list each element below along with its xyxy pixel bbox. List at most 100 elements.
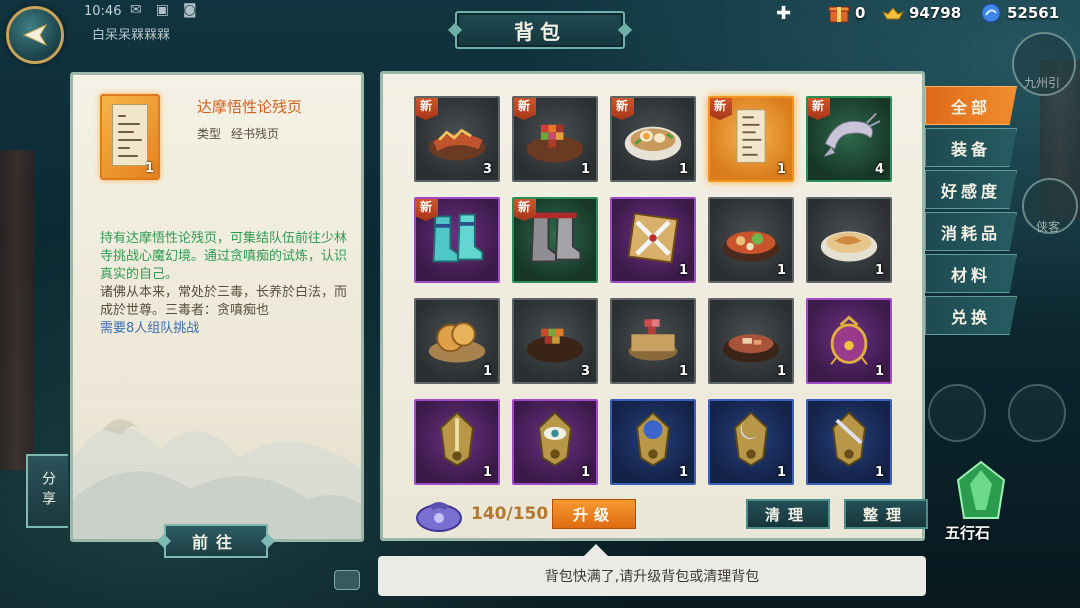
inventory-slot[interactable]: 1 [610,399,696,485]
item-count: 1 [776,364,786,379]
jiuzhou-label: 九州引 [1024,76,1061,90]
tab-materials[interactable]: 材料 [925,254,1017,293]
background-pillar [0,150,34,470]
tab-equipment[interactable]: 装备 [925,128,1017,167]
bag-footer: 140/150 升级 清理 整理 [409,494,928,534]
inventory-slot[interactable]: 新 [414,197,500,283]
inventory-slot[interactable]: 1 [414,298,500,384]
inventory-slot[interactable]: 1 [708,399,794,485]
arrow-left-icon [22,23,48,47]
inventory-slot[interactable]: 新1 [708,96,794,182]
bag-pouch-icon [416,502,462,532]
hotpot-icon [722,231,780,262]
stew-pot-icon [722,334,780,363]
item-count: 1 [678,364,688,379]
inventory-slot[interactable]: 1 [806,197,892,283]
system-clock: 10:46 [84,4,122,19]
item-count: 4 [874,162,884,177]
blade-emblem-icon [832,411,866,467]
type-value: 经书残页 [231,127,280,141]
gift-icon [828,6,850,23]
share-button[interactable]: 分享 [26,454,68,528]
item-count: 1 [482,364,492,379]
tab-exchange[interactable]: 兑换 [925,296,1017,335]
five-element-stone-icon[interactable] [946,460,1016,522]
inventory-slot[interactable]: 1 [610,298,696,384]
orb-count: 52561 [1007,4,1060,22]
recharge-plus-icon[interactable]: ✚ [776,3,791,24]
item-count: 1 [580,465,590,480]
inventory-slot[interactable]: 1 [806,298,892,384]
inventory-slot[interactable]: 新4 [806,96,892,182]
go-button[interactable]: 前往 [164,524,268,558]
blue-orb-icon [981,3,1001,23]
sword-emblem-icon [440,411,474,467]
item-detail-panel: 1 达摩悟性论残页 类型 经书残页 持有达摩悟性论残页，可集结队伍前往少林寺挑战心… [70,72,364,542]
item-count: 1 [678,465,688,480]
gold-currency[interactable]: 94798 [882,3,961,23]
description-usage: 持有达摩悟性论残页，可集结队伍前往少林寺挑战心魔幻境。通过贪嗔痴的试炼，认识真实… [100,231,348,282]
inventory-slot[interactable]: 1 [806,399,892,485]
page-title: 背包 [455,11,625,49]
item-count: 1 [776,263,786,278]
sutra-page-icon [112,104,148,166]
player-name: 白呆呆槑槑槑 [92,28,171,43]
tab-consumables[interactable]: 消耗品 [925,212,1017,251]
chat-icon[interactable] [334,570,360,590]
wechat-icon: ✉ [130,2,142,18]
inventory-slot[interactable]: 新3 [414,96,500,182]
clean-bag-button[interactable]: 清理 [746,499,830,529]
eye-emblem-icon [538,411,572,467]
item-grid: 新3新1新1新1新4新新1111311111111 [414,96,892,485]
tab-favor[interactable]: 好感度 [925,170,1017,209]
selected-item-icon: 1 [100,94,160,180]
item-count: 3 [482,162,492,177]
sort-bag-button[interactable]: 整理 [844,499,928,529]
camera-icon: ◙ [182,2,197,18]
mosaic-pot-icon [526,328,584,363]
xiake-label: 侠客 [1036,220,1061,234]
item-count: 1 [874,263,884,278]
item-count: 1 [678,263,688,278]
bag-capacity: 140/150 [471,504,549,524]
item-count: 1 [776,465,786,480]
five-element-stone-label: 五行石 [945,524,991,542]
purple-pouch-icon [830,315,868,365]
item-count: 1 [482,465,492,480]
selected-item-name: 达摩悟性论残页 [197,98,303,116]
inventory-slot[interactable]: 1 [708,197,794,283]
tab-all[interactable]: 全部 [925,86,1017,125]
selected-item-count: 1 [144,161,154,176]
item-count: 1 [874,364,884,379]
item-count: 1 [776,162,786,177]
inventory-slot[interactable]: 1 [708,298,794,384]
skill-button[interactable] [1008,384,1066,442]
mosaic-steamer-icon [628,319,678,361]
category-tabs: 全部 装备 好感度 消耗品 材料 兑换 [925,86,1017,335]
inventory-slot[interactable]: 1 [414,399,500,485]
inventory-slot[interactable]: 1 [512,399,598,485]
gift-currency[interactable]: 0 [828,3,865,23]
inventory-slot[interactable]: 3 [512,298,598,384]
upgrade-bag-button[interactable]: 升级 [552,499,636,529]
type-label: 类型 [197,127,222,141]
cast-icon: ▣ [155,2,169,18]
skill-button[interactable] [928,384,986,442]
ink-mountain-decoration [73,419,361,539]
inventory-slot[interactable]: 新 [512,197,598,283]
item-count: 3 [580,364,590,379]
gift-count: 0 [855,4,866,22]
inventory-slot[interactable]: 新1 [512,96,598,182]
orb-currency[interactable]: 52561 [980,3,1059,23]
item-count: 1 [580,162,590,177]
moon-emblem-icon [734,411,768,467]
pancakes-icon [428,322,486,363]
system-status-icons: ✉ ▣ ◙ [130,2,197,18]
gold-count: 94798 [909,4,962,22]
inventory-slot[interactable]: 1 [610,197,696,283]
fish-soup-icon [820,231,878,262]
inventory-slot[interactable]: 新1 [610,96,696,182]
item-count: 1 [874,465,884,480]
back-button[interactable] [6,6,64,64]
gold-ingot-icon [882,7,904,20]
